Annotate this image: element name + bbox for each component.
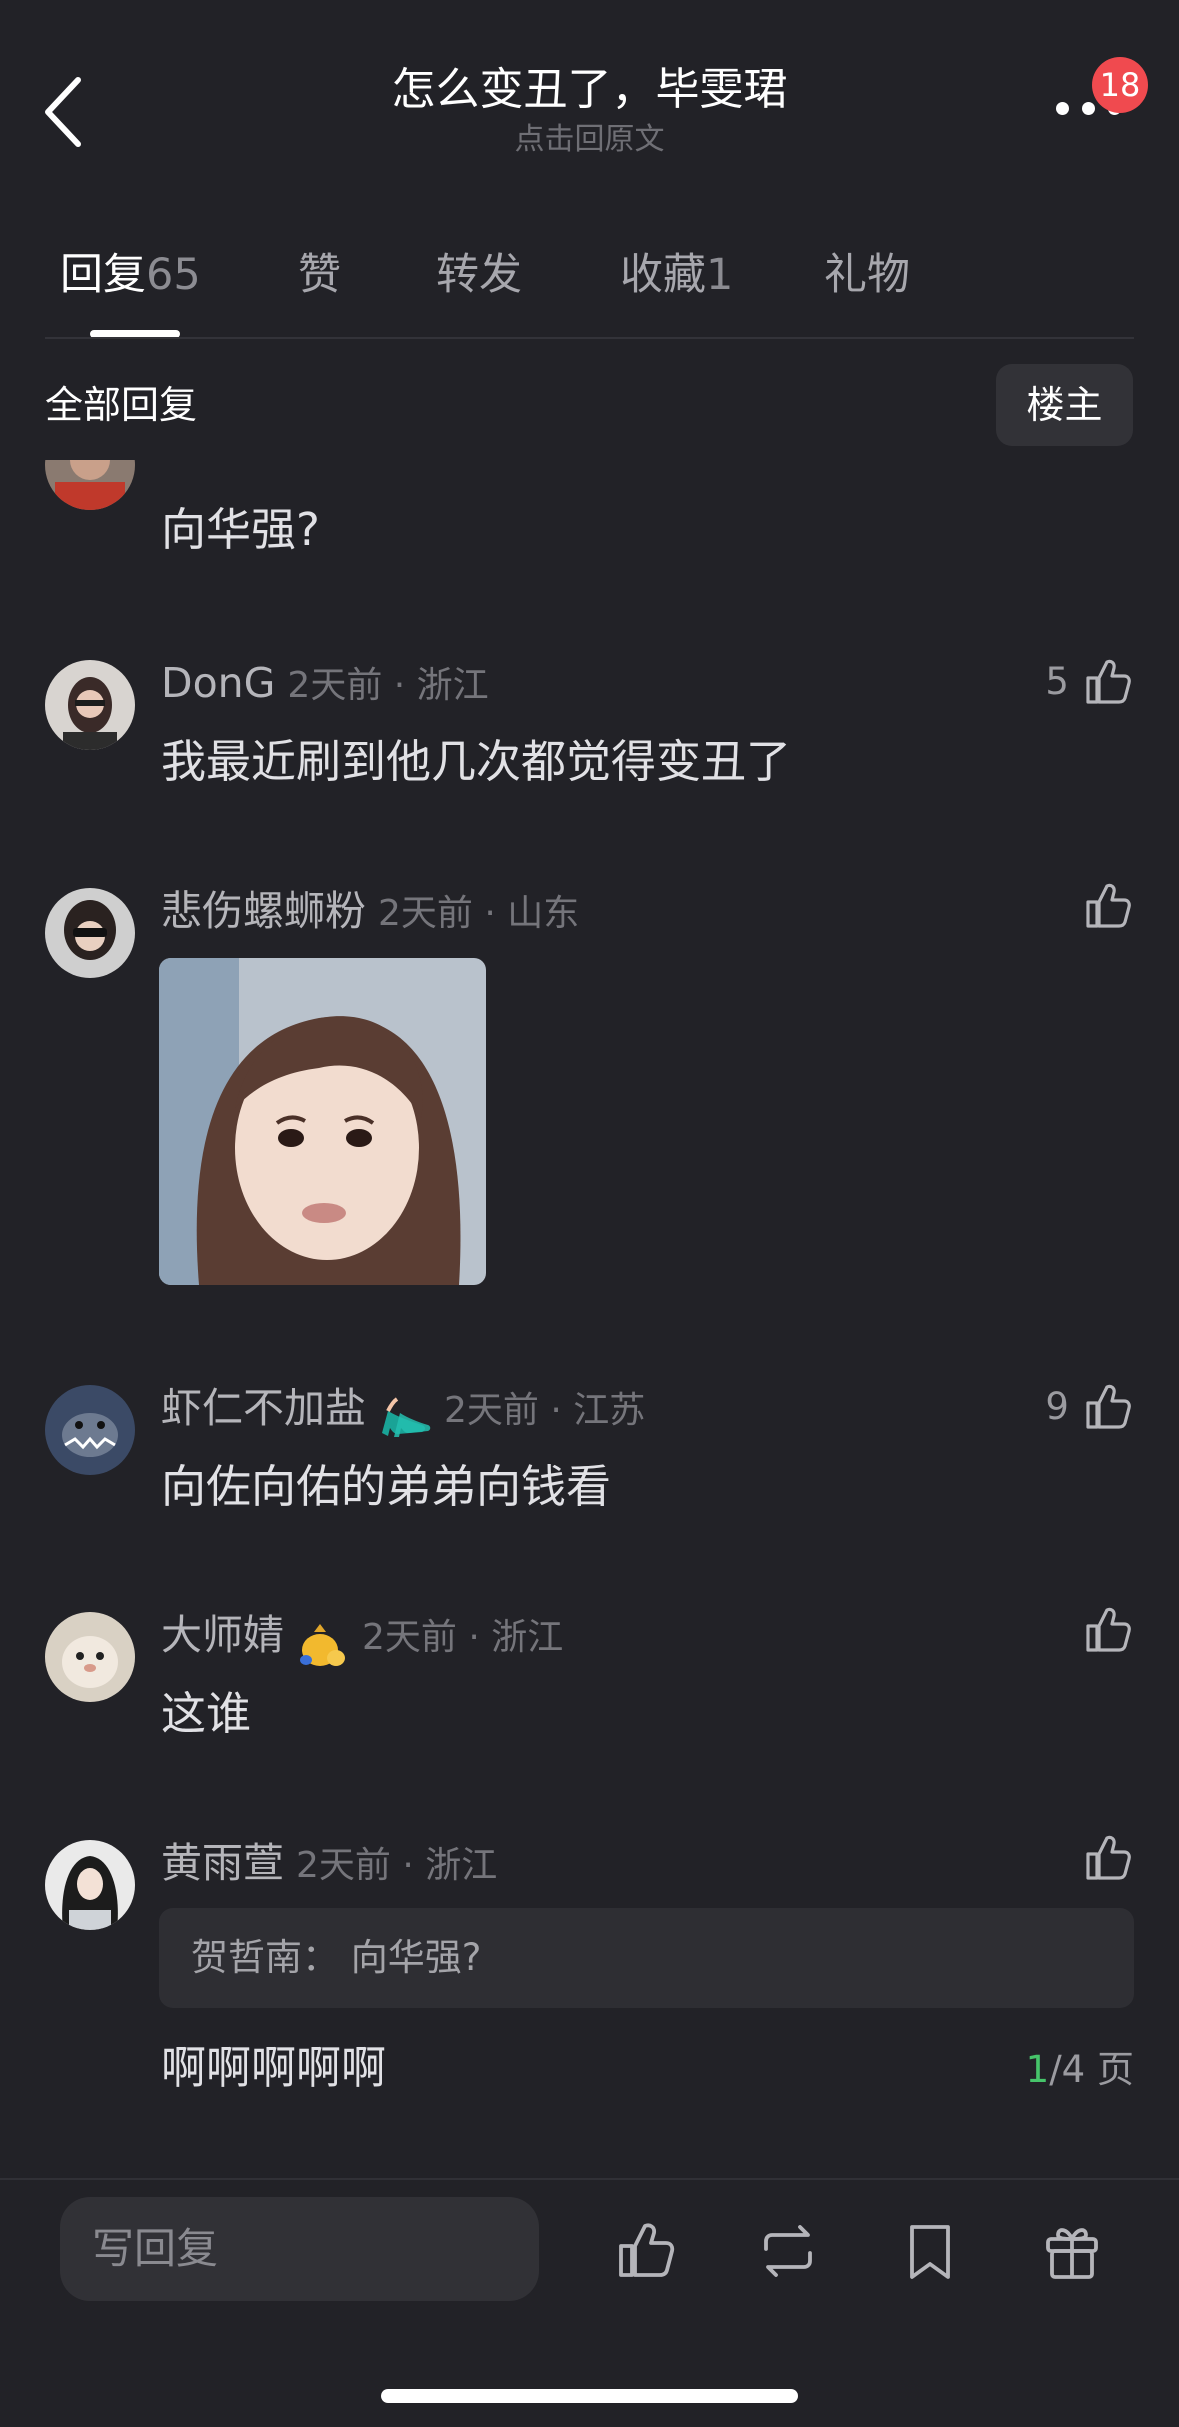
filter-all-replies[interactable]: 全部回复 xyxy=(45,380,197,430)
quoted-reply[interactable]: 贺哲南： 向华强? xyxy=(159,1908,1134,2008)
comment-meta: 虾仁不加盐 2天前 · 江苏 xyxy=(161,1383,645,1443)
notification-badge: 18 xyxy=(1092,57,1148,113)
tab-likes[interactable]: 赞 xyxy=(298,245,341,305)
avatar[interactable] xyxy=(45,660,135,750)
avatar[interactable] xyxy=(45,1612,135,1702)
home-indicator[interactable] xyxy=(381,2389,798,2403)
comment-text: 啊啊啊啊啊 xyxy=(161,2041,387,2094)
tab-label: 赞 xyxy=(298,250,341,300)
avatar-image xyxy=(45,1385,135,1475)
bottom-divider xyxy=(0,2178,1179,2180)
tab-count: 1 xyxy=(706,250,734,300)
avatar-image xyxy=(45,460,135,510)
reply-page: 怎么变丑了，毕雯珺 点击回原文 18 回复65 赞 转发 收藏1 礼物 全部回复… xyxy=(0,0,1179,2427)
like-button[interactable]: 9 xyxy=(1045,1377,1134,1437)
money-bag-icon[interactable] xyxy=(292,1620,350,1670)
owner-only-button[interactable]: 楼主 xyxy=(996,364,1133,446)
tab-gifts[interactable]: 礼物 xyxy=(824,245,910,305)
tab-label: 礼物 xyxy=(824,250,910,300)
tab-favorites[interactable]: 收藏1 xyxy=(620,245,733,305)
thumbs-up-icon xyxy=(1086,883,1131,928)
username[interactable]: 大师婧 xyxy=(161,1611,284,1659)
comment-list[interactable]: 向华强? DonG 2天前 · 浙江 5 我最近刷到他几次都觉得变丑了 悲伤螺蛳… xyxy=(0,460,1179,2140)
username[interactable]: 悲伤螺蛳粉 xyxy=(161,887,366,935)
avatar[interactable] xyxy=(45,1385,135,1475)
comment-meta: DonG 2天前 · 浙江 xyxy=(161,658,489,717)
avatar-image xyxy=(45,1612,135,1702)
username[interactable]: DonG xyxy=(161,659,275,707)
back-to-post-link[interactable]: 点击回原文 xyxy=(240,120,939,160)
tab-label: 转发 xyxy=(436,250,522,300)
tab-bar: 回复65 赞 转发 收藏1 礼物 xyxy=(0,245,1179,305)
avatar[interactable] xyxy=(45,460,135,510)
tab-label: 收藏 xyxy=(620,250,706,300)
back-button[interactable] xyxy=(40,72,94,152)
more-dots-icon xyxy=(1056,102,1069,115)
comment-time-location: 2天前 · 浙江 xyxy=(287,665,489,706)
comment-time-location: 2天前 · 浙江 xyxy=(362,1617,564,1658)
comment-time-location: 2天前 · 山东 xyxy=(378,893,580,934)
comment-text: 向华强? xyxy=(161,503,320,556)
comment-meta: 大师婧 2天前 · 浙江 xyxy=(161,1610,563,1670)
like-button[interactable] xyxy=(1082,880,1134,940)
tab-reposts[interactable]: 转发 xyxy=(436,245,522,305)
thumbs-up-icon xyxy=(1086,659,1131,704)
tab-divider xyxy=(45,337,1134,339)
current-page: 1 xyxy=(1025,2048,1050,2091)
avatar[interactable] xyxy=(45,1840,135,1930)
page-indicator[interactable]: 1/4 页 xyxy=(1026,2040,1134,2100)
reaction-photo xyxy=(159,958,486,1285)
repost-icon xyxy=(764,2225,812,2277)
comment-time-location: 2天前 · 江苏 xyxy=(444,1390,646,1431)
avatar-image xyxy=(45,1840,135,1930)
total-pages: /4 页 xyxy=(1049,2048,1134,2091)
avatar[interactable] xyxy=(45,888,135,978)
like-count: 5 xyxy=(1045,660,1069,703)
bookmark-icon xyxy=(910,2225,950,2279)
comment-time-location: 2天前 · 浙江 xyxy=(296,1845,498,1886)
thumbs-up-icon xyxy=(1086,1607,1131,1652)
like-count: 9 xyxy=(1045,1385,1069,1428)
repost-button[interactable] xyxy=(756,2219,820,2283)
avatar-image xyxy=(45,660,135,750)
comment-text: 我最近刷到他几次都觉得变丑了 xyxy=(161,735,792,788)
tab-count: 65 xyxy=(146,250,201,300)
thumbs-up-icon xyxy=(619,2223,675,2277)
post-title-area[interactable]: 怎么变丑了，毕雯珺 点击回原文 xyxy=(240,62,939,160)
comment-text: 向佐向佑的弟弟向钱看 xyxy=(161,1460,612,1513)
comment-meta: 黄雨萱 2天前 · 浙江 xyxy=(161,1838,497,1897)
gift-button[interactable] xyxy=(1040,2219,1104,2283)
like-post-button[interactable] xyxy=(614,2219,678,2283)
tab-replies[interactable]: 回复65 xyxy=(60,245,201,305)
like-button[interactable] xyxy=(1082,1832,1134,1892)
post-title[interactable]: 怎么变丑了，毕雯珺 xyxy=(240,62,939,118)
username[interactable]: 黄雨萱 xyxy=(161,1839,284,1887)
like-button[interactable]: 5 xyxy=(1045,652,1134,712)
comment-text: 这谁 xyxy=(161,1687,252,1740)
gift-icon xyxy=(1046,2228,1098,2279)
bookmark-button[interactable] xyxy=(898,2219,962,2283)
like-button[interactable] xyxy=(1082,1604,1134,1664)
chevron-left-icon xyxy=(45,77,81,147)
thumbs-up-icon xyxy=(1086,1835,1131,1880)
high-heels-icon[interactable] xyxy=(374,1393,432,1443)
comment-image[interactable] xyxy=(159,958,486,1285)
username[interactable]: 虾仁不加盐 xyxy=(161,1384,366,1432)
thumbs-up-icon xyxy=(1086,1384,1131,1429)
reply-input[interactable]: 写回复 xyxy=(60,2197,539,2301)
comment-meta: 悲伤螺蛳粉 2天前 · 山东 xyxy=(161,886,579,945)
avatar-image xyxy=(45,888,135,978)
more-dot xyxy=(1082,102,1095,115)
tab-label: 回复 xyxy=(60,250,146,300)
